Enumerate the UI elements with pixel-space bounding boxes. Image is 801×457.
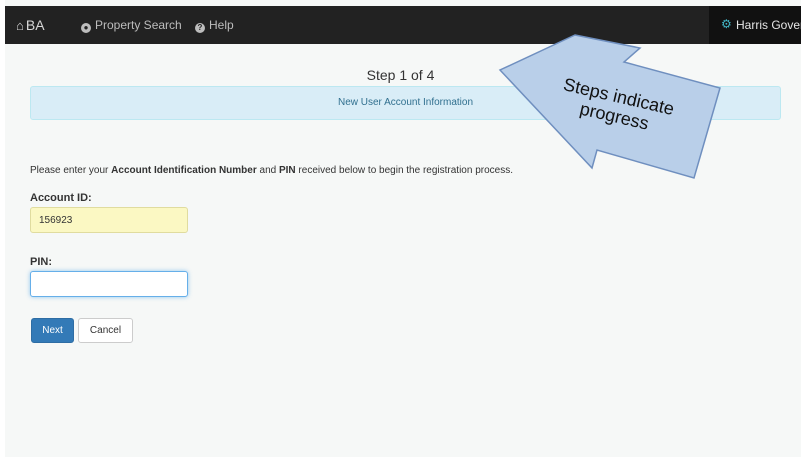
- account-id-input[interactable]: [30, 207, 188, 233]
- nav-help[interactable]: ? Help: [195, 18, 234, 33]
- gear-icon: ⚙: [721, 17, 732, 31]
- instructions-post: received below to begin the registration…: [295, 165, 513, 176]
- account-id-label: Account ID:: [30, 192, 92, 204]
- top-navbar: ⌂ BA ● Property Search ? Help ⚙ Harris Gove…: [5, 6, 801, 44]
- home-icon: ⌂: [16, 18, 24, 33]
- instructions-pre: Please enter your: [30, 165, 112, 176]
- pin-input[interactable]: [30, 271, 188, 297]
- step-indicator: Step 1 of 4: [366, 67, 435, 83]
- question-circle-icon: ?: [195, 23, 205, 33]
- globe-icon: ●: [81, 23, 91, 33]
- instructions-pin: PIN: [278, 165, 296, 176]
- nav-property-search-label: Property Search: [95, 18, 182, 32]
- instructions-account-number: Account Identification Number: [111, 165, 257, 176]
- next-button[interactable]: Next: [31, 318, 74, 343]
- user-menu[interactable]: ⚙ Harris Govern: [709, 6, 801, 44]
- instructions-text: Please enter your Account Identification…: [30, 165, 513, 176]
- user-name: Harris Govern: [736, 18, 801, 32]
- instructions-mid: and: [256, 165, 279, 176]
- nav-help-label: Help: [209, 18, 234, 32]
- pin-label: PIN:: [30, 256, 52, 268]
- brand-label: BA: [25, 17, 45, 33]
- nav-property-search[interactable]: ● Property Search: [81, 18, 182, 33]
- brand-link[interactable]: ⌂ BA: [16, 17, 45, 33]
- cancel-button[interactable]: Cancel: [78, 318, 133, 343]
